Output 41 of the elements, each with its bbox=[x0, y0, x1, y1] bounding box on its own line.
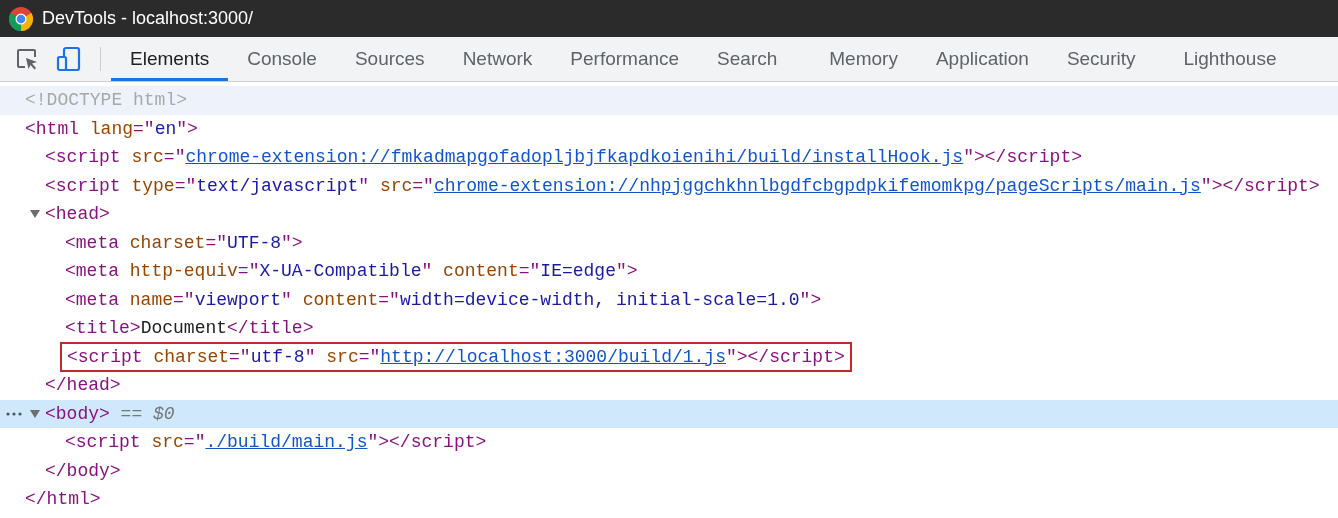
panel-tab[interactable]: Application bbox=[916, 37, 1048, 81]
browser-logo-icon bbox=[8, 5, 34, 32]
closing-tag: </html> bbox=[25, 489, 101, 510]
url-link[interactable]: ./build/main.js bbox=[205, 432, 368, 453]
markup-text: <script src=" bbox=[45, 147, 186, 168]
expand-triangle-icon[interactable] bbox=[30, 408, 40, 419]
element-line: <meta name="viewport" content="width=device-width, initial-scale=1.0"> bbox=[65, 289, 822, 310]
panel-tab[interactable]: Elements bbox=[111, 37, 229, 81]
closing-tag: </body> bbox=[45, 460, 121, 481]
url-link[interactable]: chrome-extension://fmkadmapgofadopljbjfkapdkoienihi/build/installHook.js bbox=[185, 147, 964, 168]
closing-tag: </head> bbox=[45, 375, 121, 396]
doctype-line: <!DOCTYPE html> bbox=[25, 90, 188, 111]
phone-tablet-icon bbox=[56, 46, 82, 72]
panel-tab[interactable]: Search bbox=[698, 37, 797, 81]
panel-tab[interactable]: Sources bbox=[335, 37, 444, 81]
panel-tab[interactable]: Lighthouse bbox=[1164, 37, 1296, 81]
element-line: <head> bbox=[45, 204, 110, 225]
element-line: <body> == $0 bbox=[45, 403, 175, 424]
markup-text: <script type="text/javascript" src=" bbox=[45, 175, 434, 196]
url-link[interactable]: http://localhost:3000/build/1.js bbox=[380, 346, 726, 367]
panel-tab[interactable]: Security bbox=[1047, 37, 1155, 81]
panel-tab[interactable]: Performance bbox=[551, 37, 699, 81]
markup-text: "></script> bbox=[725, 346, 845, 367]
markup-text: <script charset="utf-8" src=" bbox=[67, 346, 381, 367]
element-line: <title>Document</title> bbox=[65, 318, 314, 339]
markup-text: "></script> bbox=[367, 432, 487, 453]
element-line: <meta http-equiv="X-UA-Compatible" content="IE=edge"> bbox=[65, 261, 638, 282]
markup-text: <script src=" bbox=[65, 432, 206, 453]
selected-row[interactable]: <body> == $0 bbox=[0, 399, 1338, 428]
markup-text: "></script> bbox=[963, 147, 1082, 168]
window-title: DevTools - localhost:3000/ bbox=[42, 8, 254, 29]
panel-tab[interactable]: Memory bbox=[810, 37, 917, 81]
panel-tab[interactable]: Network bbox=[443, 37, 552, 81]
panel-tab[interactable]: Console bbox=[228, 37, 336, 81]
element-line: <html lang="en"> bbox=[25, 118, 198, 139]
markup-text: "></script> bbox=[1200, 175, 1320, 196]
expand-triangle-icon[interactable] bbox=[30, 209, 40, 220]
url-link[interactable]: chrome-extension://nhpjggchkhnlbgdfcbgpdpkifemomkpg/pageScripts/main.js bbox=[433, 175, 1201, 196]
more-icon[interactable] bbox=[6, 411, 22, 416]
element-line: <meta charset="UTF-8"> bbox=[65, 232, 303, 253]
cursor-in-square-icon bbox=[15, 47, 39, 71]
